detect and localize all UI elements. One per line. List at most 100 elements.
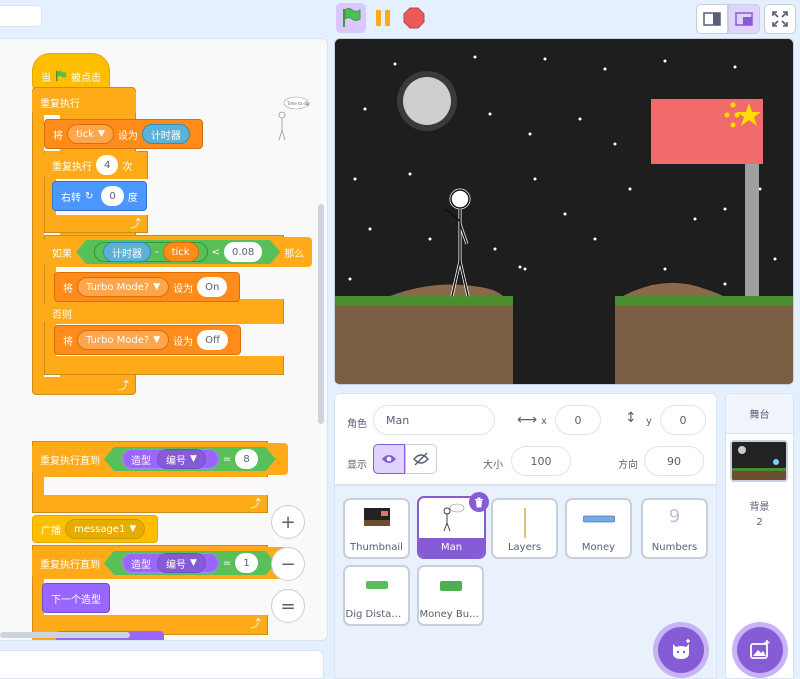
add-backdrop-button[interactable] [737,627,783,673]
repeat-times-label: 次 [122,161,133,173]
top-left-tab-stub [0,5,42,27]
horizontal-scrollbar[interactable] [0,632,130,638]
var-dropdown-turbo[interactable]: Turbo Mode? ▼ [77,277,170,297]
repeat-until-inner-1 [44,477,268,495]
broadcast-block[interactable]: 广播 message1 ▼ [32,515,159,543]
eq-label-2: = [222,557,232,569]
costume-text: 造型 [131,455,151,467]
timer-reporter[interactable]: 计时器 [141,124,190,144]
set-turbo-on-block[interactable]: 将 Turbo Mode? ▼ 设为 On [54,272,241,302]
sprite-tile-money-button[interactable]: Money But… [417,565,484,626]
pause-button[interactable] [368,3,398,33]
zoom-out-button[interactable]: − [271,547,305,581]
x-arrow-icon: ⟷ [517,412,538,428]
turn-degrees-input[interactable]: 0 [101,186,124,206]
subtract-operator[interactable]: 计时器 - tick [94,242,208,262]
sprite-name-text: Man [386,413,410,427]
threshold-input[interactable]: 0.08 [224,242,262,262]
green-flag-button[interactable] [336,3,366,33]
set-label-3: 将 [63,336,73,348]
stage-canvas[interactable] [334,38,794,385]
add-sprite-button[interactable] [658,627,704,673]
equals-operator-1[interactable]: 造型 编号 ▼ = 8 [104,447,276,471]
message-dropdown[interactable]: message1 ▼ [65,519,146,539]
forever-label: 重复执行 [40,98,80,110]
backdrop-thumbnail[interactable] [730,440,788,482]
minus-label: - [155,246,159,258]
number-dropdown-2[interactable]: 编号 ▼ [157,553,206,573]
rotate-right-icon: ↻ [85,190,94,202]
small-stage-button[interactable] [696,4,728,34]
dropdown-arrow-icon: ▼ [190,558,197,568]
thumb-speech-text: Time to dig [286,101,310,106]
set-label: 将 [53,130,63,142]
off-value-input[interactable]: Off [197,330,228,350]
fullscreen-button[interactable] [764,4,796,34]
value8-input[interactable]: 8 [235,449,257,469]
equals-operator-2[interactable]: 造型 编号 ▼ = 1 [104,551,276,575]
if-label: 如果 [52,248,72,260]
set-turbo-off-block[interactable]: 将 Turbo Mode? ▼ 设为 Off [54,325,241,355]
large-stage-icon [735,12,753,26]
tick-reporter[interactable]: tick [163,242,199,262]
set-to-label-2: 设为 [173,283,194,295]
costume-reporter-2[interactable]: 造型 编号 ▼ [122,553,219,573]
zoom-out-icon: − [280,553,296,575]
code-area[interactable]: Time to dig 当 被点击 重复执行 ⤴ 将 tick ▼ 设为 计时器 … [0,38,328,641]
dropdown-arrow-icon: ▼ [153,335,161,345]
timer-reporter-2[interactable]: 计时器 [103,242,151,262]
var-dropdown-tick[interactable]: tick ▼ [67,124,114,144]
sprite-tile-money[interactable]: Money [565,498,632,559]
next-costume-block[interactable]: 下一个造型 [42,583,110,613]
show-hidden-button[interactable] [405,444,437,474]
show-visible-button[interactable] [373,444,405,474]
x-input[interactable]: 0 [555,405,601,435]
number-dropdown[interactable]: 编号 ▼ [157,449,206,469]
number-text-2: 编号 [166,559,186,571]
when-flag-clicked-block[interactable]: 当 被点击 [32,53,110,89]
stage-panel[interactable]: 舞台 背景 2 [725,393,794,679]
if-row: 如果 计时器 - tick < 0.08 那么 [44,237,313,267]
sprite-name-input[interactable]: Man [373,405,495,435]
else-row: 否则 [44,302,80,324]
turn-unit-label: 度 [127,192,138,204]
less-than-operator[interactable]: 计时器 - tick < 0.08 [76,240,280,264]
stage-panel-title: 舞台 [749,410,770,421]
then-label: 那么 [284,248,305,260]
repeat-count-input[interactable]: 4 [96,155,119,175]
repeat-until-arrow-icon-1: ⤴ [250,497,261,510]
sprite-list: Thumbnail Man Layers Money 9 Numbers Dig… [334,485,717,679]
turn-right-block[interactable]: 右转 ↻ 0 度 [52,181,147,211]
y-label: y [646,416,652,427]
delete-sprite-button[interactable] [469,492,489,512]
value1-input[interactable]: 1 [235,553,257,573]
backdrop-label: 背景 [749,502,770,513]
var-tick-text: tick [76,128,94,140]
vertical-scrollbar[interactable] [318,204,324,424]
turn-label: 右转 [61,192,81,204]
backpack-bar[interactable] [0,650,324,679]
var-dropdown-turbo-2[interactable]: Turbo Mode? ▼ [77,330,170,350]
sprite-tile-dig-distance[interactable]: Dig Distan… [343,565,410,626]
backdrop-count: 2 [756,517,763,528]
stage-scene [335,39,793,384]
zoom-reset-button[interactable]: = [271,589,305,623]
sprite-tile-layers[interactable]: Layers [491,498,558,559]
on-value-input[interactable]: On [197,277,228,297]
stop-button[interactable] [399,3,429,33]
size-input[interactable]: 100 [511,446,571,476]
sprite-preview-icon: Time to dig [278,96,310,141]
sprite-tile-thumbnail[interactable]: Thumbnail [343,498,410,559]
sprite-tile-numbers[interactable]: 9 Numbers [641,498,708,559]
zoom-reset-icon: = [280,595,296,617]
show-label: 显示 [347,460,367,471]
large-stage-button[interactable] [728,4,760,34]
direction-input[interactable]: 90 [644,446,704,476]
message-text: message1 [74,523,126,535]
zoom-in-button[interactable]: + [271,505,305,539]
set-tick-block[interactable]: 将 tick ▼ 设为 计时器 [44,119,203,149]
sprite-tile-name: Layers [507,542,542,553]
green-flag-icon [56,70,67,82]
y-input[interactable]: 0 [660,405,706,435]
costume-reporter-1[interactable]: 造型 编号 ▼ [122,449,219,469]
